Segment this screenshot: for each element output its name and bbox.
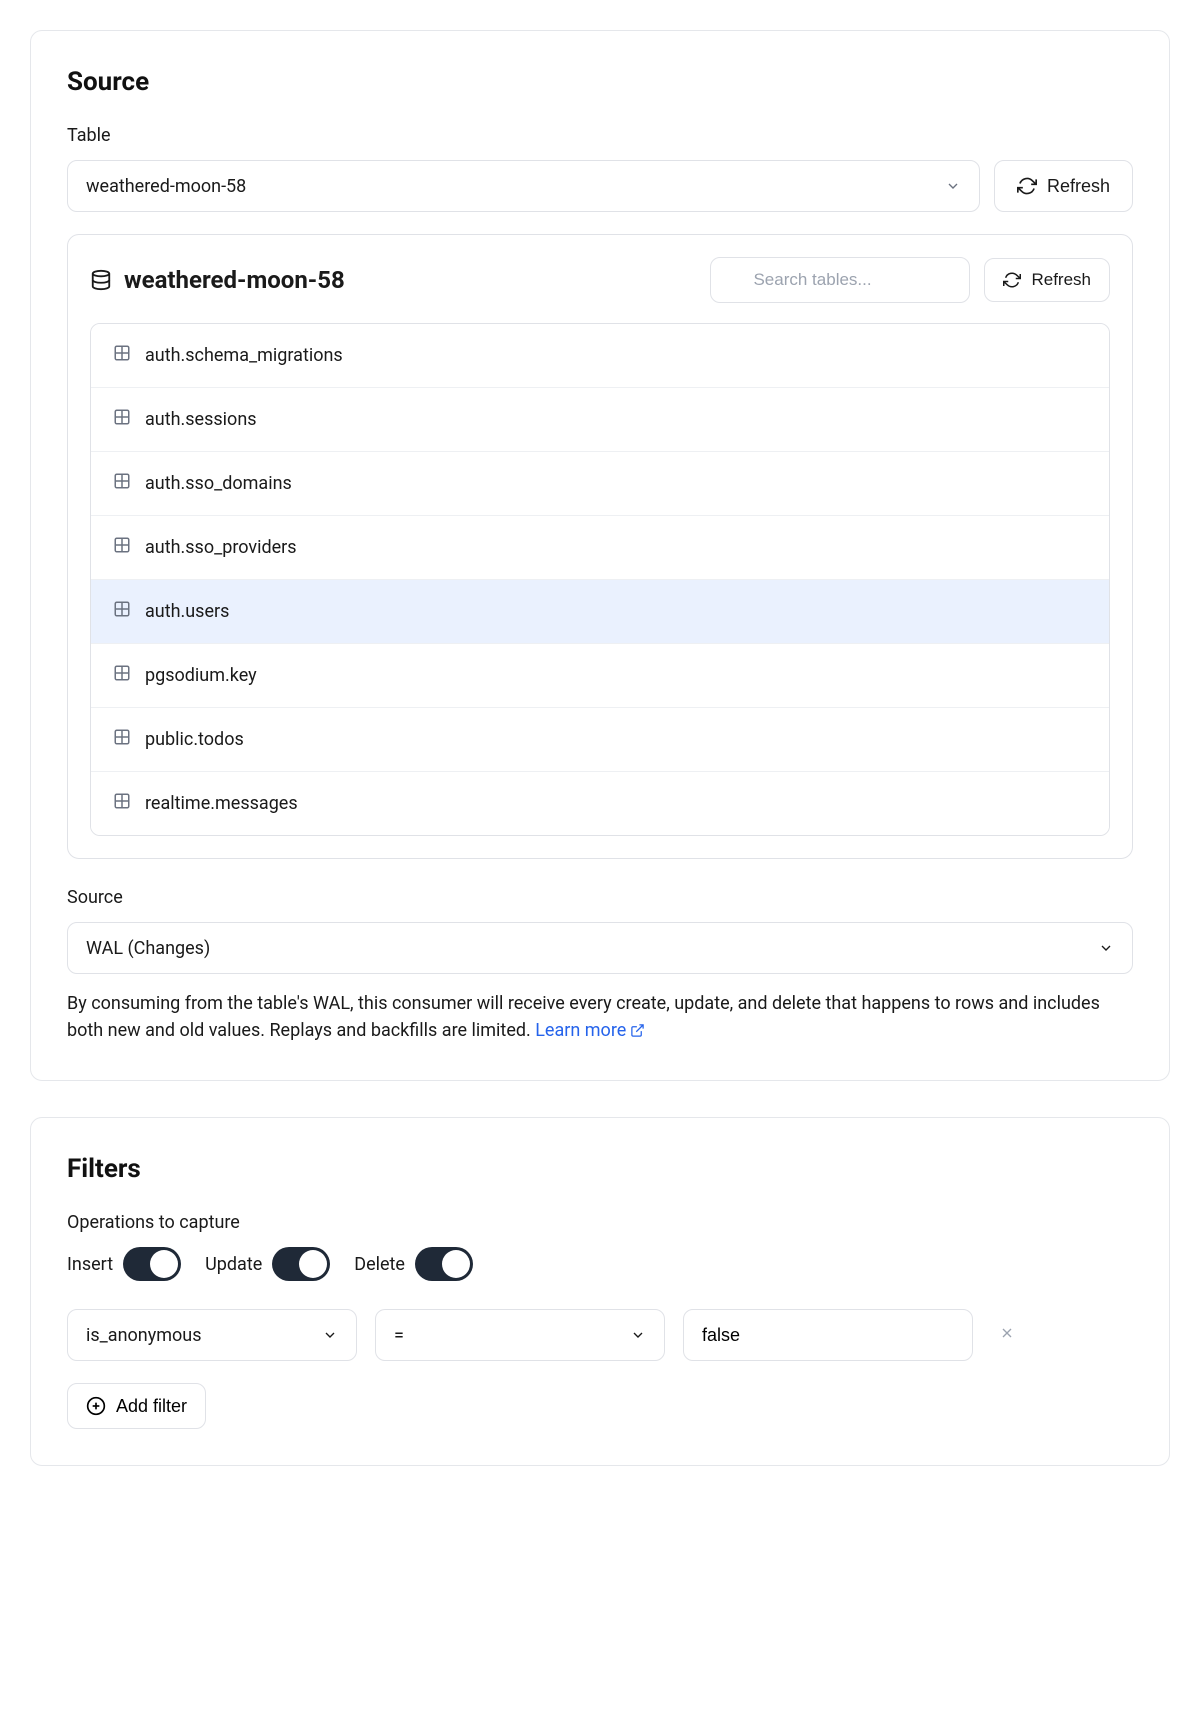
source-title: Source (67, 67, 1133, 97)
table-icon (113, 664, 131, 687)
search-tables-input[interactable] (710, 257, 970, 303)
refresh-button[interactable]: Refresh (994, 160, 1133, 212)
add-filter-label: Add filter (116, 1396, 187, 1417)
table-item[interactable]: auth.sso_domains (91, 452, 1109, 516)
table-select[interactable]: weathered-moon-58 (67, 160, 980, 212)
table-icon (113, 792, 131, 815)
table-item[interactable]: public.todos (91, 708, 1109, 772)
table-item-label: auth.sso_providers (145, 537, 297, 558)
refresh-label: Refresh (1047, 176, 1110, 197)
chevron-down-icon (630, 1327, 646, 1343)
table-item[interactable]: auth.schema_migrations (91, 324, 1109, 388)
table-icon (113, 472, 131, 495)
table-item[interactable]: auth.sessions (91, 388, 1109, 452)
filter-column-value: is_anonymous (86, 1325, 202, 1346)
database-icon (90, 269, 112, 291)
refresh-icon (1003, 271, 1021, 289)
filter-operator-select[interactable]: = (375, 1309, 665, 1361)
filter-column-select[interactable]: is_anonymous (67, 1309, 357, 1361)
inner-refresh-button[interactable]: Refresh (984, 258, 1110, 302)
table-item-label: auth.schema_migrations (145, 345, 343, 366)
delete-toggle-label: Delete (354, 1254, 405, 1275)
source-mode-value: WAL (Changes) (86, 938, 210, 959)
filter-value-input[interactable] (683, 1309, 973, 1361)
close-icon (999, 1325, 1015, 1341)
delete-toggle[interactable] (415, 1247, 473, 1281)
table-icon (113, 728, 131, 751)
table-item-label: realtime.messages (145, 793, 298, 814)
table-item-label: auth.users (145, 601, 229, 622)
add-filter-button[interactable]: Add filter (67, 1383, 206, 1429)
inner-refresh-label: Refresh (1031, 270, 1091, 290)
table-item[interactable]: auth.sso_providers (91, 516, 1109, 580)
update-toggle-label: Update (205, 1254, 262, 1275)
source-mode-select[interactable]: WAL (Changes) (67, 922, 1133, 974)
table-icon (113, 536, 131, 559)
filters-card: Filters Operations to capture Insert Upd… (30, 1117, 1170, 1466)
operations-label: Operations to capture (67, 1212, 1133, 1233)
chevron-down-icon (322, 1327, 338, 1343)
table-item[interactable]: realtime.messages (91, 772, 1109, 835)
database-panel: weathered-moon-58 Refresh auth.schema_mi… (67, 234, 1133, 859)
chevron-down-icon (945, 178, 961, 194)
table-item-label: pgsodium.key (145, 665, 257, 686)
table-icon (113, 600, 131, 623)
table-icon (113, 408, 131, 431)
table-select-value: weathered-moon-58 (86, 176, 246, 197)
table-item[interactable]: auth.users (91, 580, 1109, 644)
source-description: By consuming from the table's WAL, this … (67, 990, 1133, 1044)
source-card: Source Table weathered-moon-58 Refresh w… (30, 30, 1170, 1081)
learn-more-link[interactable]: Learn more (535, 1017, 645, 1044)
insert-toggle-label: Insert (67, 1254, 113, 1275)
filters-title: Filters (67, 1154, 1133, 1184)
remove-filter-button[interactable] (991, 1316, 1023, 1355)
table-label: Table (67, 125, 1133, 146)
table-item-label: auth.sso_domains (145, 473, 292, 494)
learn-more-label: Learn more (535, 1017, 626, 1044)
source-mode-label: Source (67, 887, 1133, 908)
table-item-label: auth.sessions (145, 409, 257, 430)
table-item-label: public.todos (145, 729, 244, 750)
table-list[interactable]: auth.schema_migrations auth.sessions auth.… (91, 324, 1109, 835)
insert-toggle[interactable] (123, 1247, 181, 1281)
database-name: weathered-moon-58 (124, 266, 345, 294)
chevron-down-icon (1098, 940, 1114, 956)
external-link-icon (630, 1023, 645, 1038)
table-icon (113, 344, 131, 367)
table-item[interactable]: pgsodium.key (91, 644, 1109, 708)
filter-operator-value: = (394, 1325, 404, 1346)
plus-circle-icon (86, 1396, 106, 1416)
update-toggle[interactable] (272, 1247, 330, 1281)
refresh-icon (1017, 176, 1037, 196)
